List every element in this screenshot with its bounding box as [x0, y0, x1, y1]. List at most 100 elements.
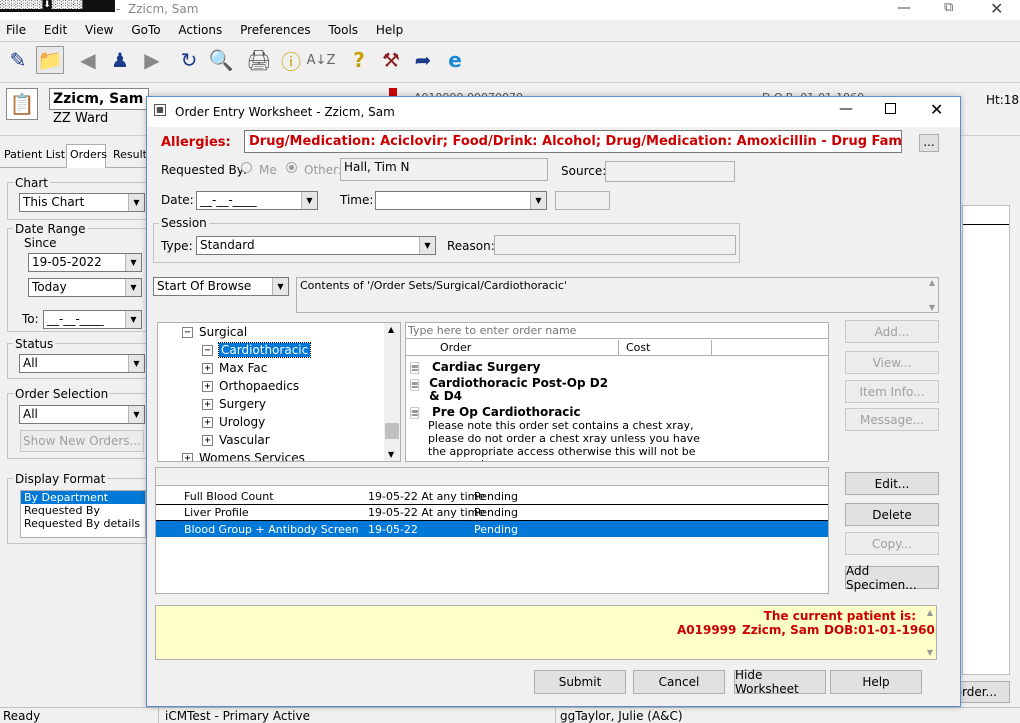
close-icon[interactable]: ✕ [990, 0, 1003, 18]
collapse-icon[interactable]: − [202, 344, 213, 356]
forward-arrow-icon[interactable]: ▶ [138, 46, 166, 74]
menu-file[interactable]: File [6, 23, 26, 37]
to-date-input[interactable]: __-__-____ ▼ [43, 310, 142, 329]
expand-icon[interactable]: + [202, 434, 213, 446]
item-info-button[interactable]: Item Info... [845, 380, 939, 403]
since-relative-select[interactable]: Today ▼ [28, 278, 142, 297]
minimize-icon[interactable]: — [897, 0, 911, 16]
tree-item-cardiothoracic[interactable]: − Cardiothoracic [202, 341, 312, 359]
show-new-orders-button[interactable]: Show New Orders... [20, 430, 144, 452]
browser-icon[interactable]: e [441, 46, 469, 74]
browse-select[interactable]: Start Of Browse ▼ [153, 277, 289, 296]
time-select[interactable]: ▼ [375, 191, 547, 210]
order-selection-label: Order Selection [13, 387, 111, 401]
delete-button[interactable]: Delete [845, 503, 939, 526]
scroll-up-icon[interactable]: ▲ [927, 608, 933, 617]
exit-icon[interactable]: ➦ [409, 46, 437, 74]
edit-button[interactable]: Edit... [845, 472, 939, 495]
open-chart-icon[interactable]: 📁 [36, 46, 64, 74]
scroll-down-icon[interactable]: ▼ [929, 303, 935, 312]
expand-icon[interactable]: + [202, 398, 213, 410]
me-radio[interactable] [241, 162, 252, 173]
display-format-list[interactable]: By Department Requested By Requested By … [20, 490, 146, 538]
other-radio[interactable] [286, 162, 297, 173]
tree-item-urology[interactable]: + Urology [202, 413, 265, 431]
date-range-label: Date Range [13, 222, 88, 236]
order-selection-select[interactable]: All ▼ [19, 405, 145, 424]
people-icon[interactable]: ♟ [106, 46, 134, 74]
print-icon[interactable]: 🖨 [245, 46, 273, 74]
scroll-up-icon[interactable]: ▲ [929, 278, 935, 287]
dialog-minimize-icon[interactable]: — [839, 101, 853, 117]
expand-icon[interactable]: + [202, 362, 213, 374]
scroll-up-icon[interactable]: ▲ [388, 325, 394, 334]
help-icon[interactable]: ? [345, 46, 373, 74]
menu-view[interactable]: View [85, 23, 113, 37]
menu-edit[interactable]: Edit [44, 23, 67, 37]
allergies-more-button[interactable]: ... [919, 134, 939, 152]
type-select[interactable]: Standard ▼ [196, 236, 436, 255]
add-specimen-button[interactable]: Add Specimen... [845, 564, 939, 592]
help-button[interactable]: Help [830, 670, 922, 694]
chart-select[interactable]: This Chart ▼ [19, 193, 145, 212]
dialog-maximize-icon[interactable] [885, 103, 896, 114]
hide-worksheet-button[interactable]: Hide Worksheet [734, 668, 826, 696]
patient-list-icon[interactable]: ✎ [4, 46, 32, 74]
expand-icon[interactable]: + [202, 380, 213, 392]
view-button[interactable]: View... [845, 351, 939, 374]
copy-button[interactable]: Copy... [845, 532, 939, 555]
scroll-down-icon[interactable]: ▼ [388, 450, 394, 459]
tree-item-surgical[interactable]: − Surgical [182, 323, 247, 341]
chevron-down-icon: ▼ [272, 278, 288, 295]
message-button[interactable]: Message... [845, 408, 939, 431]
tree-item-vascular[interactable]: + Vascular [202, 431, 270, 449]
tree-item-surgery[interactable]: + Surgery [202, 395, 266, 413]
sort-icon[interactable]: A↓Z [307, 46, 336, 74]
tab-patient-list[interactable]: Patient List [4, 148, 65, 161]
date-input[interactable]: __-__-____ ▼ [196, 191, 318, 210]
tree-item-max-fac[interactable]: + Max Fac [202, 359, 267, 377]
since-date-input[interactable]: 19-05-2022 ▼ [28, 253, 142, 272]
expand-icon[interactable]: + [202, 416, 213, 428]
orders-panel: Order Cost 🗏Cardiac Surgery 🗏Cardiothora… [405, 322, 829, 462]
requested-by-field[interactable]: Hall, Tim N [340, 158, 548, 181]
tree-scrollbar[interactable]: ▲ ▼ [384, 323, 400, 461]
table-row[interactable]: Liver Profile 19-05-22 At any time Pendi… [156, 505, 828, 521]
back-arrow-icon[interactable]: ◀ [74, 46, 102, 74]
status-select[interactable]: All ▼ [19, 354, 145, 373]
tree-item-womens-services[interactable]: + Womens Services [182, 449, 305, 461]
reason-field[interactable] [494, 235, 736, 255]
menu-help[interactable]: Help [376, 23, 403, 37]
tab-orders[interactable]: Orders [66, 144, 107, 168]
restore-icon[interactable]: ⧉ [944, 0, 953, 15]
refresh-icon[interactable]: ↻ [175, 46, 203, 74]
order-set-tree[interactable]: − Surgical − Cardiothoracic + Max Fac + Orth… [157, 322, 401, 462]
scroll-down-icon[interactable]: ▼ [927, 648, 933, 657]
info-icon[interactable]: ⓘ [277, 46, 305, 74]
table-row[interactable]: Full Blood Count 19-05-22 At any time Pe… [156, 489, 828, 505]
time-extra-field[interactable] [555, 191, 610, 210]
col-order[interactable]: Order [440, 341, 471, 354]
submit-button[interactable]: Submit [534, 670, 626, 694]
tree-item-orthopaedics[interactable]: + Orthopaedics [202, 377, 299, 395]
search-icon[interactable]: 🔍 [207, 46, 235, 74]
list-item[interactable]: 🗏 Cardiothoracic Post-Op D2 & D4 [410, 377, 610, 403]
menu-preferences[interactable]: Preferences [240, 23, 311, 37]
dialog-close-icon[interactable]: ✕ [930, 100, 943, 119]
list-item[interactable]: Requested By details [21, 517, 145, 530]
expand-icon[interactable]: + [182, 452, 193, 461]
table-row[interactable]: Blood Group + Antibody Screen 19-05-22 P… [156, 521, 828, 537]
add-button[interactable]: Add... [845, 320, 939, 343]
cancel-button[interactable]: Cancel [633, 670, 725, 694]
scroll-thumb[interactable] [385, 423, 399, 439]
menu-tools[interactable]: Tools [329, 23, 359, 37]
menu-actions[interactable]: Actions [178, 23, 222, 37]
list-item[interactable]: By Department [21, 491, 145, 504]
order-search-input[interactable] [406, 323, 828, 339]
menu-goto[interactable]: GoTo [131, 23, 160, 37]
col-cost[interactable]: Cost [626, 341, 650, 354]
collapse-icon[interactable]: − [182, 326, 193, 338]
tools-icon[interactable]: ⚒ [377, 46, 405, 74]
list-item[interactable]: Requested By [21, 504, 145, 517]
source-field[interactable] [605, 161, 735, 182]
